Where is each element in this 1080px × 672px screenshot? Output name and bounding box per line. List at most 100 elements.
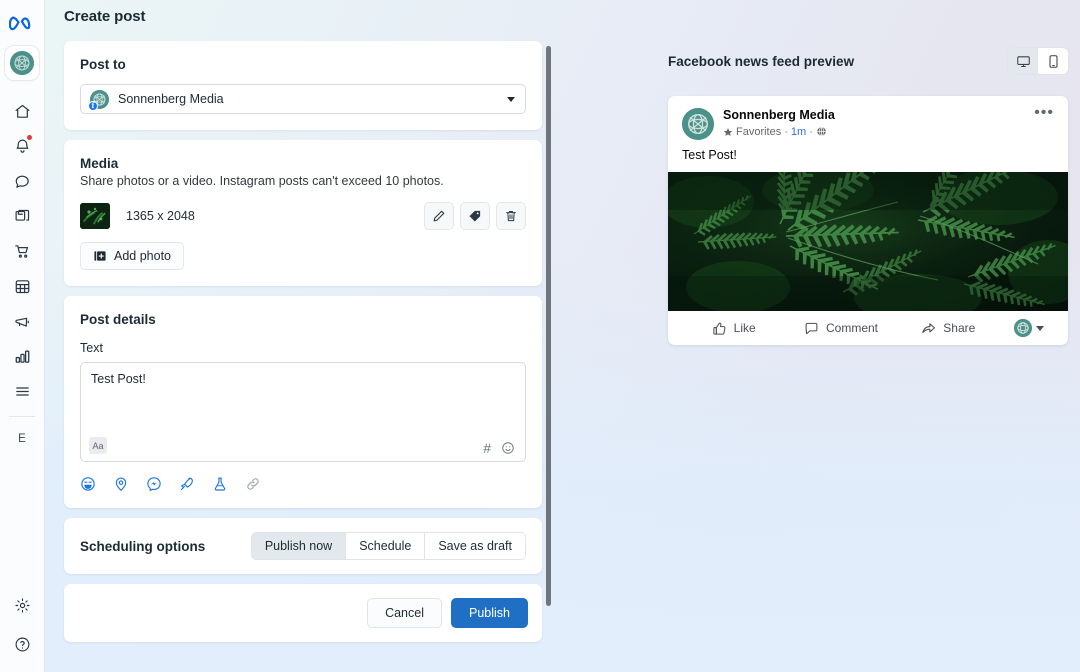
facebook-post-preview: Sonnenberg Media Favorites · 1m · ••• Te… [668,96,1068,345]
gear-icon [14,598,30,613]
media-dimensions: 1365 x 2048 [126,209,195,223]
desktop-preview-button[interactable] [1008,48,1038,74]
sidebar-brand-avatar[interactable] [5,46,39,80]
publish-button[interactable]: Publish [451,598,528,628]
post-text-input[interactable]: Test Post! Aa # [80,362,526,462]
post-text-value: Test Post! [91,372,146,386]
boost-button[interactable] [179,476,195,492]
sidebar-user-initial[interactable]: E [5,421,39,456]
sidebar-item-inbox[interactable] [5,164,39,199]
preview-selector-avatar [1013,319,1032,337]
post-to-selected-label: Sonnenberg Media [118,92,224,106]
form-scrollbar[interactable] [546,46,551,606]
meta-separator-2: · [809,125,813,138]
preview-post-actions: Like Comment Share [668,311,1068,345]
preview-account-selector[interactable] [1002,319,1056,337]
format-text-button[interactable]: Aa [89,437,107,454]
tag-icon [469,210,481,222]
cancel-button[interactable]: Cancel [367,598,442,628]
post-to-card: Post to f Sonnenberg Media [64,41,542,130]
feeling-activity-button[interactable] [80,476,96,492]
question-icon [15,637,29,652]
avatar-pattern-icon [682,108,714,140]
media-heading: Media [80,156,119,171]
scheduling-heading: Scheduling options [80,538,206,554]
sidebar-item-content[interactable] [5,199,39,234]
emoji-icon[interactable] [501,441,515,455]
share-button[interactable]: Share [895,321,1002,336]
fern-thumbnail-icon [80,203,110,229]
create-post-form: Post to f Sonnenberg Media Media Share p… [64,41,542,672]
experiment-button[interactable] [212,476,228,492]
sidebar-item-home[interactable] [5,94,39,129]
check-in-button[interactable] [113,476,129,492]
account-avatar: f [88,89,109,111]
sidebar: E [0,0,45,672]
grid-icon [15,280,29,294]
preview-post-meta: Favorites · 1m · [723,126,835,138]
rocket-icon [180,477,193,491]
edit-media-button[interactable] [424,202,454,230]
more-options-icon[interactable]: ••• [1034,105,1054,120]
comment-button[interactable]: Comment [787,321,894,336]
preview-avatar[interactable] [682,108,714,140]
preview-title: Facebook news feed preview [668,53,855,69]
tag-media-button[interactable] [460,202,490,230]
mobile-preview-button[interactable] [1038,48,1068,74]
avatar-pattern-icon [1013,319,1032,337]
notification-badge [27,135,32,140]
cart-icon [14,245,28,258]
star-icon [723,127,733,136]
like-button[interactable]: Like [680,321,787,336]
media-item-row: 1365 x 2048 [80,202,526,230]
avatar-pattern-icon [10,51,34,75]
meta-separator-1: · [784,125,788,138]
meta-logo[interactable] [6,8,38,40]
feeling-icon [81,477,95,491]
link-button[interactable] [245,476,261,492]
link-icon [247,478,259,490]
scheduling-option-save-as-draft[interactable]: Save as draft [425,533,525,559]
brand-avatar [10,51,34,75]
messenger-button[interactable] [146,476,162,492]
preview-post-image[interactable] [668,172,1068,311]
scheduling-option-schedule[interactable]: Schedule [346,533,426,559]
home-icon [15,104,29,118]
post-action-icons [80,476,526,492]
sidebar-item-more[interactable] [5,374,39,409]
delete-media-button[interactable] [496,202,526,230]
sidebar-item-settings[interactable] [5,588,39,623]
preview-time[interactable]: 1m [791,126,806,138]
post-details-card: Post details Text Test Post! Aa # [64,296,542,508]
sidebar-item-commerce[interactable] [5,234,39,269]
page-title: Create post [64,8,146,25]
media-action-buttons [424,202,526,230]
share-label: Share [943,321,976,335]
sidebar-item-help[interactable] [5,627,39,662]
sidebar-item-planner[interactable] [5,269,39,304]
fern-photo-icon [668,172,1068,311]
add-photo-button[interactable]: Add photo [80,242,184,270]
user-initial-label: E [18,432,26,445]
form-footer-card: Cancel Publish [64,584,542,642]
sidebar-item-notifications[interactable] [5,129,39,164]
media-description: Share photos or a video. Instagram posts… [80,174,444,188]
sidebar-item-insights[interactable] [5,339,39,374]
scheduling-option-publish-now[interactable]: Publish now [251,533,347,559]
device-toggle [1008,48,1068,74]
preview-author-name[interactable]: Sonnenberg Media [723,108,835,124]
megaphone-icon [15,317,29,327]
media-thumbnail[interactable] [80,203,110,229]
preview-audience-label: Favorites [736,125,782,138]
sidebar-nav: E [5,94,39,456]
comment-icon [805,322,818,334]
post-to-select[interactable]: f Sonnenberg Media [80,84,526,114]
sidebar-item-ads[interactable] [5,304,39,339]
chevron-down-icon [507,96,515,102]
pencil-icon [433,210,445,222]
hashtag-icon[interactable]: # [483,441,491,455]
like-label: Like [733,321,756,335]
preview-header: Facebook news feed preview [668,48,1068,74]
sidebar-bottom [5,588,39,672]
trash-icon [506,210,516,222]
